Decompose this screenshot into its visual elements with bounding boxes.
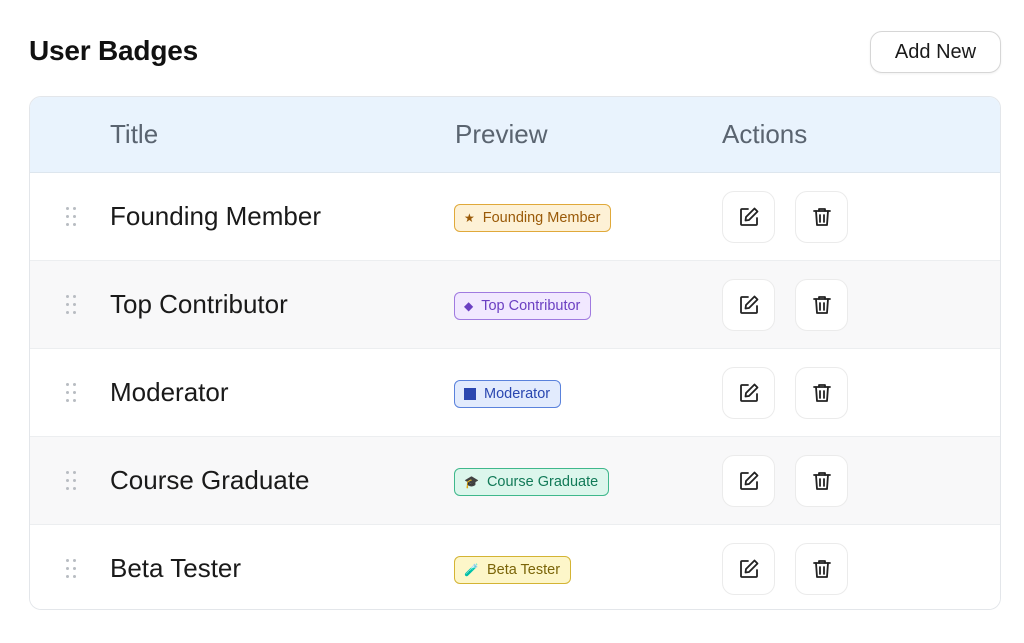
table-row: Moderator Moderator bbox=[30, 349, 1000, 437]
edit-button[interactable] bbox=[722, 191, 775, 243]
drag-handle-icon[interactable] bbox=[66, 207, 80, 227]
star-icon: ★ bbox=[464, 211, 475, 225]
badge-preview: 🧪 Beta Tester bbox=[454, 556, 572, 584]
delete-button[interactable] bbox=[795, 367, 848, 419]
table-row: Beta Tester 🧪 Beta Tester bbox=[30, 525, 1000, 609]
diamond-icon: ◆ bbox=[464, 299, 474, 313]
edit-icon bbox=[737, 469, 761, 493]
table-row: Founding Member ★ Founding Member bbox=[30, 173, 1000, 261]
test-tube-icon: 🧪 bbox=[464, 563, 479, 577]
badge-preview: ★ Founding Member bbox=[454, 204, 612, 232]
edit-icon bbox=[737, 205, 761, 229]
graduation-cap-icon: 🎓 bbox=[464, 475, 479, 489]
badge-preview: ◆ Top Contributor bbox=[454, 292, 592, 320]
drag-handle-icon[interactable] bbox=[66, 471, 80, 491]
trash-icon bbox=[810, 557, 834, 581]
table-row: Top Contributor ◆ Top Contributor bbox=[30, 261, 1000, 349]
badges-table: Title Preview Actions Founding Member ★ … bbox=[29, 96, 1001, 610]
square-icon bbox=[464, 388, 476, 400]
edit-button[interactable] bbox=[722, 543, 775, 595]
badge-title: Moderator bbox=[110, 377, 229, 407]
badge-preview: 🎓 Course Graduate bbox=[454, 468, 610, 496]
badge-preview: Moderator bbox=[454, 380, 562, 408]
edit-button[interactable] bbox=[722, 367, 775, 419]
badge-title: Top Contributor bbox=[110, 289, 288, 319]
badge-label: Top Contributor bbox=[481, 298, 581, 314]
delete-button[interactable] bbox=[795, 191, 848, 243]
table-body: Founding Member ★ Founding Member Top Co… bbox=[30, 173, 1000, 609]
drag-handle-icon[interactable] bbox=[66, 559, 80, 579]
delete-button[interactable] bbox=[795, 455, 848, 507]
edit-icon bbox=[737, 381, 761, 405]
edit-icon bbox=[737, 293, 761, 317]
drag-handle-icon[interactable] bbox=[66, 295, 80, 315]
trash-icon bbox=[810, 293, 834, 317]
page-header: User Badges Add New bbox=[29, 31, 1001, 73]
badge-title: Beta Tester bbox=[110, 553, 242, 583]
badge-label: Course Graduate bbox=[486, 474, 599, 490]
badge-label: Moderator bbox=[484, 386, 551, 402]
table-header: Title Preview Actions bbox=[30, 97, 1000, 173]
badge-title: Founding Member bbox=[110, 201, 321, 231]
edit-button[interactable] bbox=[722, 455, 775, 507]
edit-button[interactable] bbox=[722, 279, 775, 331]
trash-icon bbox=[810, 381, 834, 405]
edit-icon bbox=[737, 557, 761, 581]
page-title: User Badges bbox=[29, 35, 198, 66]
column-header-title: Title bbox=[110, 119, 159, 149]
badge-label: Beta Tester bbox=[486, 562, 561, 578]
badge-title: Course Graduate bbox=[110, 465, 310, 495]
add-new-button[interactable]: Add New bbox=[870, 31, 1001, 73]
drag-handle-icon[interactable] bbox=[66, 383, 80, 403]
trash-icon bbox=[810, 205, 834, 229]
column-header-preview: Preview bbox=[455, 119, 548, 149]
delete-button[interactable] bbox=[795, 543, 848, 595]
trash-icon bbox=[810, 469, 834, 493]
table-row: Course Graduate 🎓 Course Graduate bbox=[30, 437, 1000, 525]
badge-label: Founding Member bbox=[482, 210, 601, 226]
delete-button[interactable] bbox=[795, 279, 848, 331]
column-header-actions: Actions bbox=[722, 119, 808, 149]
